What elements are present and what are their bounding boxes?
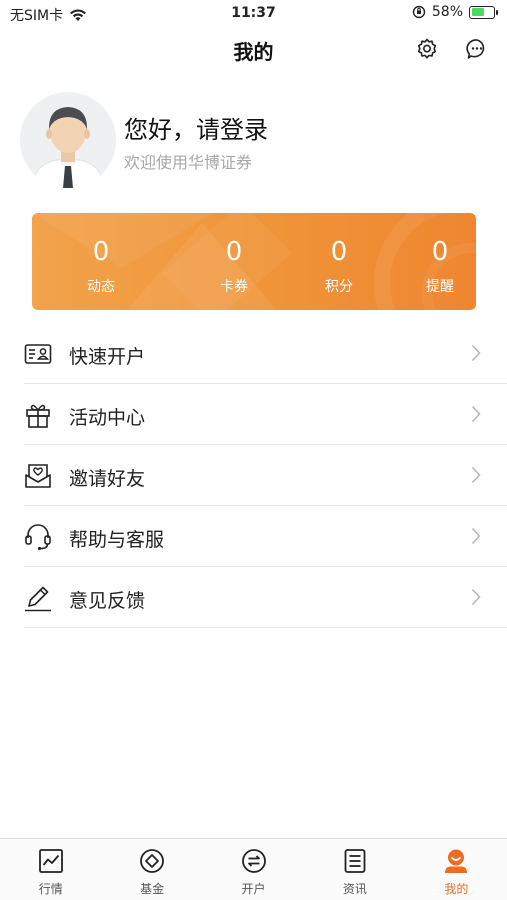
tab-bar: 行情 基金 开户 资讯 我的 [0,838,507,900]
battery-level [471,8,484,16]
menu-item-feedback[interactable]: 意见反馈 [24,567,507,628]
stat-label: 动态 [87,279,115,295]
stat-label: 积分 [325,279,353,295]
fund-diamond-icon [140,849,165,873]
id-card-icon [24,344,52,364]
envelope-heart-icon [25,464,51,488]
stat-value: 0 [330,237,348,267]
pencil-icon [25,586,51,612]
document-icon [344,849,366,873]
status-bar: 无SIM卡 11:37 58% [0,0,507,28]
gear-icon[interactable] [415,37,439,61]
exchange-icon [241,849,266,873]
tab-label: 基金 [140,882,165,896]
chevron-right-icon [471,344,481,362]
tab-label: 行情 [38,882,63,896]
menu-item-activity-center[interactable]: 活动中心 [24,384,507,445]
battery-percent: 58% [431,4,463,20]
tab-label: 开户 [241,882,266,896]
nav-bar: 我的 [0,28,507,72]
menu-label: 快速开户 [69,346,146,368]
chevron-right-icon [471,405,481,423]
menu-item-invite-friends[interactable]: 邀请好友 [24,445,507,506]
gift-icon [26,404,50,428]
stat-label: 提醒 [426,279,454,295]
headset-icon [25,524,51,551]
chat-bubble-icon[interactable] [465,37,489,61]
tab-label: 我的 [444,882,469,896]
default-user-avatar-icon [20,92,116,188]
stat-points[interactable]: 0 积分 [294,213,384,310]
stat-reminders[interactable]: 0 提醒 [395,213,476,310]
stat-coupons[interactable]: 0 卡券 [189,213,279,310]
chevron-right-icon [471,527,481,545]
welcome-text: 欢迎使用华博证券 [124,153,253,172]
menu-item-help-support[interactable]: 帮助与客服 [24,506,507,567]
stat-value: 0 [431,237,449,267]
menu-label: 意见反馈 [69,590,146,612]
stats-card: 0 动态 0 卡券 0 积分 0 提醒 [32,213,476,310]
tab-mine[interactable]: 我的 [406,839,507,900]
stat-value: 0 [92,237,110,267]
orientation-lock-icon [412,5,426,19]
tab-market[interactable]: 行情 [0,839,101,900]
profile-header[interactable]: 您好，请登录 欢迎使用华博证券 [20,92,490,192]
tab-fund[interactable]: 基金 [101,839,202,900]
menu-label: 邀请好友 [69,468,146,490]
stat-dynamics[interactable]: 0 动态 [56,213,146,310]
menu-label: 帮助与客服 [69,529,165,551]
stat-label: 卡券 [220,279,248,295]
chevron-right-icon [471,588,481,606]
tab-open-account[interactable]: 开户 [203,839,304,900]
user-icon [445,849,468,873]
chart-icon [38,849,63,873]
tab-news[interactable]: 资讯 [304,839,405,900]
battery-icon [469,5,498,19]
menu-item-quick-open-account[interactable]: 快速开户 [24,323,507,384]
avatar[interactable] [20,92,116,188]
stat-value: 0 [225,237,243,267]
chevron-right-icon [471,466,481,484]
tab-label: 资讯 [342,882,367,896]
menu-label: 活动中心 [69,407,146,429]
login-prompt[interactable]: 您好，请登录 [124,110,268,145]
menu-list: 快速开户 活动中心 邀请好友 帮助与客服 意见反馈 [0,323,507,628]
